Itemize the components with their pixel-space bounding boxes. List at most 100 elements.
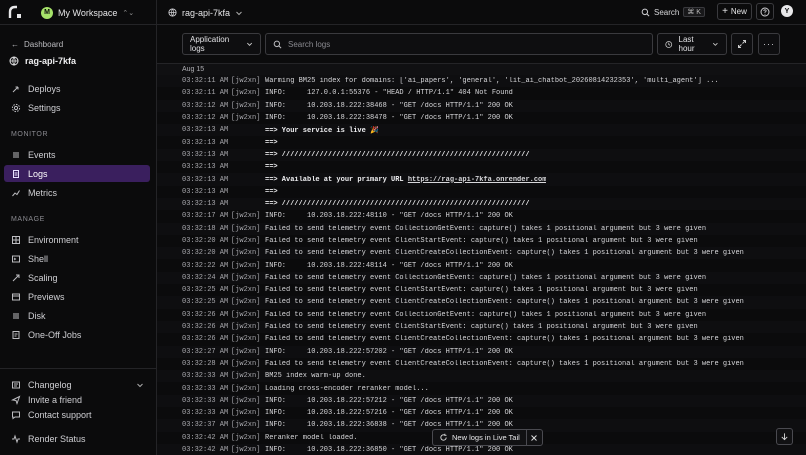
workspace-switcher[interactable]: M My Workspace ⌃⌄ <box>41 5 134 20</box>
log-timestamp: 03:32:13 AM <box>182 163 229 172</box>
new-label: New <box>730 7 747 16</box>
log-line: 03:32:12 AM [jw2xn] INFO: 10.203.18.222:38… <box>157 99 806 112</box>
log-message: ==> ////////////////////////////////////… <box>265 200 530 208</box>
live-tail-button[interactable]: New logs in Live Tail <box>433 430 526 445</box>
sidebar-item-shell[interactable]: Shell <box>4 250 150 267</box>
log-message-text: INFO: 10.203.18.222:57216 - "GET /docs H… <box>265 409 513 418</box>
log-message: ==> <box>265 163 278 171</box>
sidebar-item-deploys[interactable]: Deploys <box>4 80 150 97</box>
sidebar-item-contact-support[interactable]: Contact support <box>4 406 150 423</box>
document-icon <box>11 169 21 179</box>
log-type-dropdown[interactable]: Application logs <box>182 33 261 55</box>
log-message-text: ==> <box>265 163 278 172</box>
sidebar-item-label: Metrics <box>28 187 57 198</box>
log-timestamp: 03:32:33 AM <box>182 409 229 418</box>
log-message: ==> Available at your primary URL https:… <box>265 176 546 184</box>
log-timestamp: 03:32:13 AM <box>182 175 229 184</box>
log-message-text: Failed to send telemetry event Collectio… <box>265 273 707 282</box>
log-message-text: INFO: 10.203.18.222:48110 - "GET /docs H… <box>265 212 513 221</box>
log-instance: [jw2xn] <box>231 249 261 258</box>
log-instance: [jw2xn] <box>231 409 261 418</box>
log-instance: [jw2xn] <box>231 101 261 110</box>
log-message: INFO: 10.203.18.222:38468 - "GET /docs H… <box>265 102 513 110</box>
log-line: 03:32:24 AM [jw2xn] Failed to send telemet… <box>157 271 806 285</box>
log-instance: [jw2xn] <box>231 286 261 295</box>
fullscreen-button[interactable] <box>731 33 753 55</box>
log-viewer[interactable]: Aug 15 03:32:11 AM [jw2xn] Warming BM25 in… <box>157 63 806 455</box>
log-line: 03:32:33 AM [jw2xn] INFO: 10.203.18.222:57… <box>157 394 806 408</box>
log-message-text: Failed to send telemetry event ClientSta… <box>265 237 698 245</box>
more-options-button[interactable]: ··· <box>758 33 780 55</box>
log-line: 03:32:25 AM [jw2xn] Failed to send telemet… <box>157 284 806 296</box>
plus-icon: + <box>722 5 728 17</box>
log-message-text: ==> ////////////////////////////////////… <box>265 150 530 159</box>
log-lines: 03:32:11 AM [jw2xn] Warming BM25 index for… <box>157 75 806 455</box>
log-instance: [jw2xn] <box>231 77 261 86</box>
log-message: INFO: 10.203.18.222:57202 - "GET /docs H… <box>265 348 513 356</box>
log-line: 03:32:26 AM [jw2xn] Failed to send telemet… <box>157 333 806 345</box>
service-name: rag-api-7kfa <box>182 7 231 18</box>
log-message-text: ==> <box>265 138 278 147</box>
dismiss-toast-button[interactable] <box>525 430 542 445</box>
log-message-text: Failed to send telemetry event ClientCre… <box>265 249 744 258</box>
log-timestamp: 03:32:20 AM <box>182 237 229 245</box>
log-timestamp: 03:32:11 AM <box>182 77 229 86</box>
sidebar-item-label: Disk <box>28 310 46 321</box>
log-line: 03:32:26 AM [jw2xn] Failed to send telemet… <box>157 309 806 321</box>
log-timestamp: 03:32:33 AM <box>182 372 229 381</box>
log-line: 03:32:25 AM [jw2xn] Failed to send telemet… <box>157 296 806 309</box>
scroll-to-bottom-button[interactable] <box>776 428 793 445</box>
preview-icon <box>11 292 21 302</box>
log-message-text: INFO: 10.203.18.222:36850 - "GET /docs H… <box>265 446 513 455</box>
global-search-button[interactable]: Search ⌘ K <box>641 5 705 19</box>
sidebar-item-render-status[interactable]: Render Status <box>4 430 150 447</box>
sidebar-item-metrics[interactable]: Metrics <box>4 184 150 201</box>
log-message: Failed to send telemetry event ClientSta… <box>265 286 698 294</box>
log-instance: [jw2xn] <box>231 372 261 381</box>
help-button[interactable] <box>756 3 774 20</box>
sidebar-item-disk[interactable]: Disk <box>4 307 150 324</box>
service-switcher[interactable]: rag-api-7kfa <box>168 5 243 20</box>
sidebar-item-logs[interactable]: Logs <box>4 165 150 182</box>
section-manage: MANAGE <box>11 216 45 223</box>
new-button[interactable]: + New <box>717 3 752 20</box>
sidebar-item-scaling[interactable]: Scaling <box>4 269 150 286</box>
sidebar-item-settings[interactable]: Settings <box>4 99 150 116</box>
back-to-dashboard-link[interactable]: ← Dashboard <box>11 40 63 49</box>
sidebar-item-environment[interactable]: Environment <box>4 231 150 248</box>
sidebar-item-one-off-jobs[interactable]: One-Off Jobs <box>4 326 150 343</box>
log-timestamp: 03:32:18 AM <box>182 224 229 233</box>
sidebar-item-label: Invite a friend <box>28 394 83 405</box>
list-icon <box>11 150 21 160</box>
log-timestamp: 03:32:25 AM <box>182 298 229 307</box>
search-logs-input[interactable] <box>288 39 628 49</box>
sidebar-item-previews[interactable]: Previews <box>4 288 150 305</box>
log-message: ==> <box>265 188 278 196</box>
sidebar-item-label: Render Status <box>28 433 86 444</box>
log-message-text: INFO: 10.203.18.222:38468 - "GET /docs H… <box>265 101 513 110</box>
time-range-dropdown[interactable]: Last hour <box>657 33 727 55</box>
log-line: 03:32:13 AM ==> /////////////////////////… <box>157 197 806 211</box>
section-monitor: MONITOR <box>11 131 49 138</box>
help-icon <box>760 7 770 16</box>
close-icon <box>531 434 538 441</box>
primary-url-link[interactable]: https://rag-api-7kfa.onrender.com <box>408 176 547 184</box>
log-message: BM25 index warm-up done. <box>265 372 366 380</box>
expand-icon <box>738 40 746 48</box>
service-title: rag-api-7kfa <box>9 56 76 66</box>
log-line: 03:32:18 AM [jw2xn] Failed to send telemet… <box>157 222 806 235</box>
log-timestamp: 03:32:20 AM <box>182 249 229 258</box>
log-instance: [jw2xn] <box>231 433 261 442</box>
sidebar-item-events[interactable]: Events <box>4 146 150 163</box>
user-avatar[interactable]: Y <box>781 5 793 17</box>
chevron-down-icon <box>246 42 252 46</box>
log-message: INFO: 10.203.18.222:57212 - "GET /docs H… <box>265 397 513 405</box>
log-instance: [jw2xn] <box>231 396 261 405</box>
log-message: INFO: 10.203.18.222:48110 - "GET /docs H… <box>265 212 513 220</box>
workspace-avatar: M <box>41 6 53 19</box>
log-timestamp: 03:32:17 AM <box>182 212 229 221</box>
search-logs-field[interactable] <box>265 33 653 55</box>
render-logo-icon[interactable] <box>8 5 23 20</box>
gear-icon <box>11 103 21 113</box>
log-timestamp: 03:32:26 AM <box>182 335 229 344</box>
